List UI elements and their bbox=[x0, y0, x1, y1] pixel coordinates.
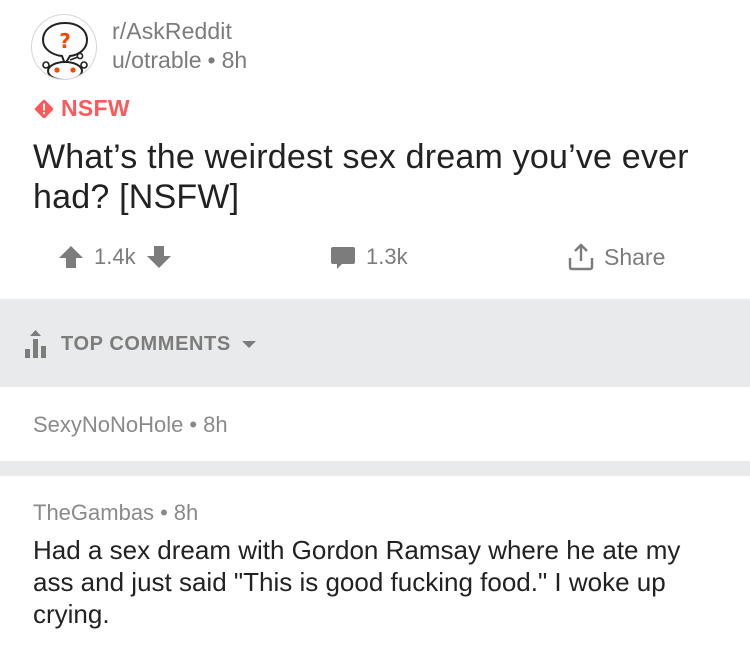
share-button[interactable]: Share bbox=[566, 242, 665, 272]
subreddit-avatar[interactable]: ? bbox=[31, 14, 97, 80]
post-age: 8h bbox=[221, 47, 248, 73]
comment-sort-bar: TOP COMMENTS bbox=[0, 299, 750, 387]
comment-count: 1.3k bbox=[366, 244, 408, 269]
meta-separator: • bbox=[207, 47, 216, 73]
post-header: ? r/AskReddit u/otrable • 8h bbox=[0, 0, 750, 88]
meta-separator: • bbox=[189, 412, 198, 437]
nsfw-tag: NSFW bbox=[33, 95, 130, 122]
top-sort-icon bbox=[25, 330, 46, 358]
downvote-arrow-icon[interactable] bbox=[146, 244, 172, 270]
caret-down-icon bbox=[241, 341, 256, 348]
comment-meta: TheGambas • 8h bbox=[33, 500, 198, 526]
comment-bubble-icon bbox=[331, 247, 355, 269]
vote-controls: 1.4k bbox=[58, 244, 172, 270]
comment-age: 8h bbox=[203, 412, 228, 437]
share-label: Share bbox=[604, 243, 666, 270]
comment-item[interactable]: SexyNoNoHole • 8h bbox=[0, 387, 750, 461]
comment-author[interactable]: SexyNoNoHole bbox=[33, 412, 183, 437]
comments-button[interactable]: 1.3k bbox=[330, 244, 408, 270]
comment-item[interactable]: TheGambas • 8h Had a sex dream with Gordon… bbox=[0, 476, 750, 648]
warning-diamond-icon bbox=[34, 99, 54, 118]
post-author[interactable]: u/otrable bbox=[112, 47, 202, 73]
comment-author[interactable]: TheGambas bbox=[33, 500, 154, 525]
comment-meta: SexyNoNoHole • 8h bbox=[33, 412, 228, 438]
post-meta: u/otrable • 8h bbox=[112, 47, 247, 74]
nsfw-label: NSFW bbox=[61, 95, 130, 121]
share-arrow-icon bbox=[568, 243, 594, 271]
post-title[interactable]: What’s the weirdest sex dream you’ve eve… bbox=[33, 137, 723, 217]
comment-divider bbox=[0, 461, 750, 476]
comment-body: Had a sex dream with Gordon Ramsay where… bbox=[33, 535, 681, 629]
reddit-snoo-question-icon: ? bbox=[41, 21, 89, 79]
meta-separator: • bbox=[160, 500, 168, 525]
vote-count: 1.4k bbox=[94, 244, 136, 269]
sort-dropdown[interactable]: TOP COMMENTS bbox=[23, 329, 257, 359]
sort-label: TOP COMMENTS bbox=[61, 332, 231, 355]
subreddit-name[interactable]: r/AskReddit bbox=[112, 18, 232, 45]
post-actions: 1.4k 1.3k Share bbox=[0, 238, 750, 284]
upvote-arrow-icon[interactable] bbox=[58, 244, 84, 270]
svg-text:?: ? bbox=[59, 29, 71, 53]
comment-age: 8h bbox=[173, 500, 199, 525]
